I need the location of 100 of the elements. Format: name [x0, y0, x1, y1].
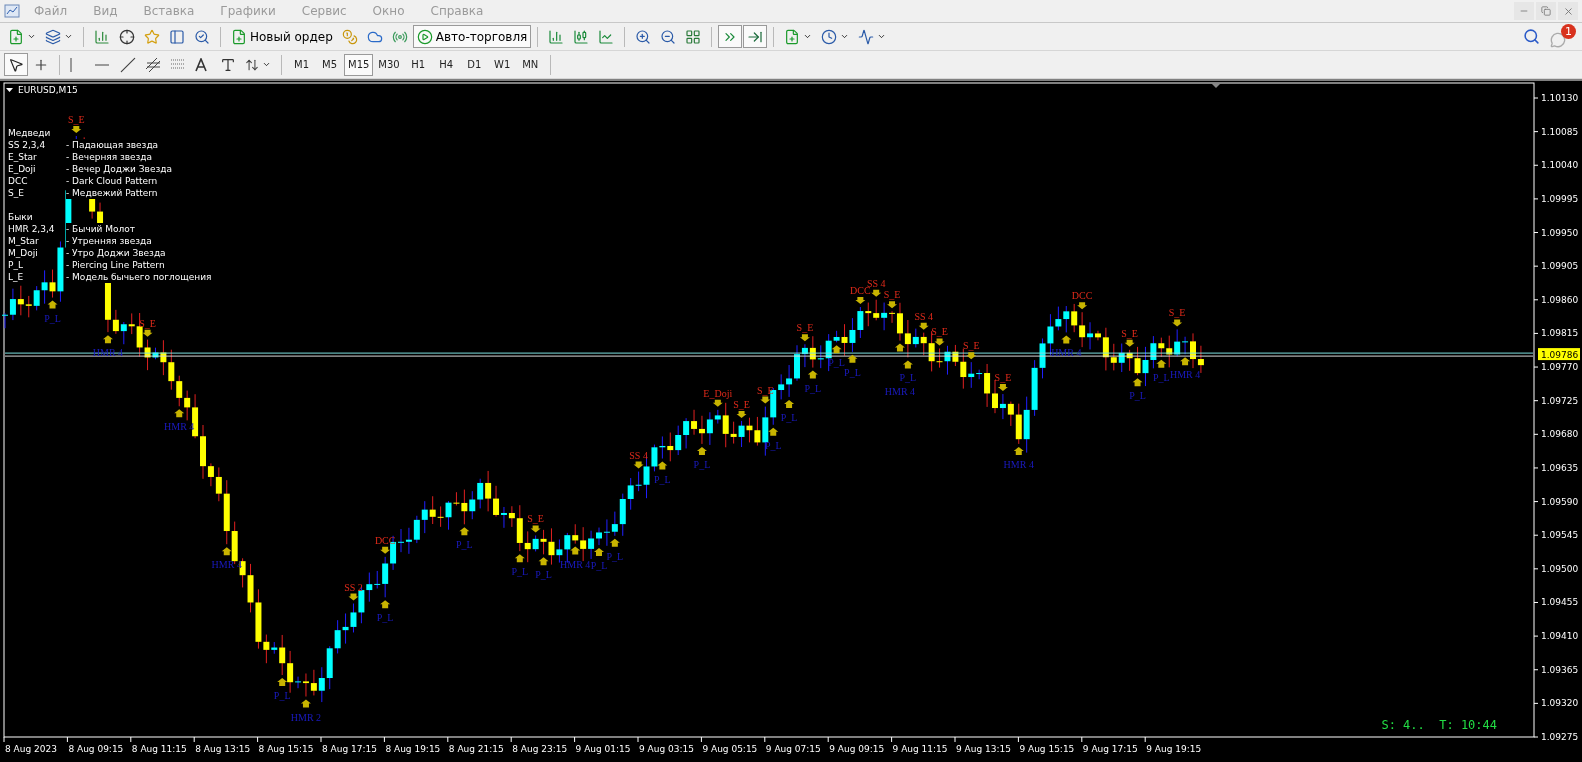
search-icon[interactable]: [1523, 28, 1540, 45]
timeframe-button[interactable]: H4: [432, 53, 460, 76]
notification-badge: 1: [1561, 23, 1576, 39]
price-label: 1.09905: [1541, 261, 1579, 272]
restore-icon: [1541, 6, 1551, 16]
text-tool-icon: [195, 57, 207, 72]
star-icon: [144, 28, 160, 45]
pattern-label: P_L: [828, 357, 845, 369]
arrow-down-icon: [1172, 319, 1183, 327]
autoscroll-button[interactable]: [718, 25, 743, 48]
axis-tick: [1533, 534, 1539, 536]
arrow-down-icon: [348, 593, 359, 601]
arrow-up-icon: [380, 600, 391, 609]
timeframe-button[interactable]: W1: [488, 53, 516, 76]
pattern-label: HMR 4: [211, 559, 242, 571]
legend-text: - Медвежий Pattern: [66, 187, 158, 199]
time-label: 9 Aug 19:15: [1146, 744, 1202, 754]
legend-text: - Утренняя звезда: [66, 235, 152, 247]
play-icon: [416, 28, 433, 45]
axis-tick: [1533, 702, 1539, 704]
timeframe-button[interactable]: M15: [344, 53, 374, 76]
pattern-label: HMR 4: [884, 385, 916, 397]
zoom-in-icon: [635, 28, 652, 45]
timeframe-button[interactable]: D1: [460, 53, 488, 76]
pattern-label: HMR 4: [1003, 458, 1034, 470]
line-chart-icon: [598, 28, 615, 45]
timeframe-button[interactable]: MN: [516, 53, 544, 76]
arrow-up-icon: [570, 546, 581, 555]
cursor-tool-button[interactable]: [4, 53, 28, 76]
close-button[interactable]: [1558, 2, 1578, 20]
axis-tick: [1533, 467, 1539, 469]
pattern-label: S_E: [796, 322, 814, 334]
magnifier-icon: [194, 28, 210, 45]
timeframe-button[interactable]: H1: [404, 53, 432, 76]
arrow-down-icon: [1124, 339, 1135, 347]
cursor-icon: [8, 56, 24, 73]
current-price-tag: 1.09786: [1538, 348, 1580, 361]
arrow-up-icon: [784, 399, 795, 408]
app-icon: [4, 3, 20, 19]
pattern-label: S_E: [1168, 307, 1186, 319]
caret-icon[interactable]: [6, 88, 13, 92]
arrow-down-icon: [918, 322, 929, 330]
pattern-label: P_L: [273, 690, 291, 702]
time-label: 8 Aug 2023: [5, 744, 57, 754]
file-plus-icon: [8, 28, 24, 45]
price-label: 1.09320: [1541, 698, 1579, 709]
new-order-button[interactable]: Новый ордер: [227, 25, 337, 48]
channel-icon: [145, 56, 161, 73]
crosshair-icon: [119, 28, 135, 45]
arrow-down-icon: [633, 461, 644, 469]
pattern-label: S_E: [1121, 327, 1138, 339]
axis-tick: [1533, 198, 1539, 200]
restore-button[interactable]: [1536, 2, 1556, 20]
timeframe-button[interactable]: M5: [316, 53, 343, 76]
axis-tick: [574, 736, 576, 743]
arrow-up-icon: [1180, 357, 1191, 366]
pattern-label: P_L: [590, 560, 608, 572]
arrow-up-icon: [1061, 335, 1072, 344]
caret-icon: [64, 32, 73, 41]
pattern-label: SS 4: [629, 449, 648, 461]
axis-tick: [320, 736, 322, 743]
arrow-down-icon: [855, 297, 866, 305]
auto-trading-button[interactable]: Авто-торговля: [412, 25, 532, 48]
arrow-down-icon: [380, 546, 391, 554]
timeframe-button[interactable]: M30: [374, 53, 404, 76]
pattern-label: HMR 4: [164, 421, 195, 433]
legend-code: S_E: [8, 187, 24, 199]
pattern-label: P_L: [780, 411, 798, 423]
arrow-down-icon: [760, 396, 771, 404]
timeframe-button[interactable]: M1: [288, 53, 315, 76]
pattern-label: P_L: [1153, 371, 1170, 383]
pattern-label: S_E: [733, 398, 750, 410]
axis-tick: [1533, 601, 1539, 603]
time-label: 8 Aug 17:15: [322, 744, 377, 754]
arrow-down-icon: [966, 352, 977, 360]
legend-code: L_E: [8, 271, 24, 283]
axis-tick: [827, 736, 829, 743]
arrow-up-icon: [894, 343, 905, 352]
arrow-up-icon: [609, 538, 620, 547]
arrow-up-icon: [300, 699, 311, 708]
arrow-up-icon: [657, 461, 668, 470]
pattern-label: P_L: [44, 312, 61, 324]
legend-code: P_L: [8, 259, 23, 271]
chat-icon: [1550, 31, 1566, 48]
caret-icon: [262, 60, 271, 69]
shift-marker-icon[interactable]: [1211, 83, 1221, 88]
axis-tick: [447, 736, 449, 743]
axis-tick: [1533, 332, 1539, 334]
axis-tick: [1533, 400, 1539, 402]
pattern-label: HMR 2: [290, 711, 322, 723]
chart-shift-button[interactable]: [743, 25, 768, 48]
pattern-label: P_L: [535, 569, 552, 581]
axis-tick: [383, 736, 385, 743]
pattern-label: P_L: [606, 550, 624, 562]
legend-code: DCC: [8, 175, 28, 187]
legend-text: - Dark Cloud Pattern: [66, 175, 158, 187]
axis-tick: [130, 736, 132, 743]
arrow-down-icon: [871, 289, 882, 297]
arrows-icon: [245, 57, 259, 72]
pattern-label: E_Doji: [703, 387, 733, 399]
